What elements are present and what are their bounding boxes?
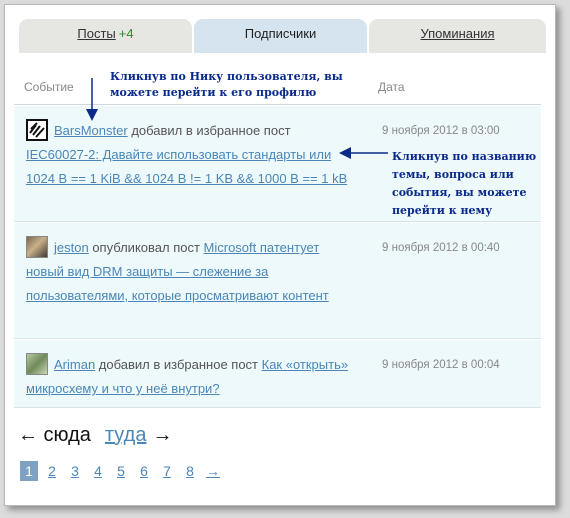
event-date: 9 ноября 2012 в 00:40 — [382, 242, 500, 254]
prev-label: ← сюда — [18, 424, 91, 446]
column-header-date: Дата — [378, 80, 405, 94]
annotation-title: Кликнув по названию темы, вопроса или со… — [392, 150, 537, 217]
column-header-event: Событие — [24, 80, 74, 94]
post-link[interactable]: IEC60027-2: Давайте использовать стандар… — [26, 147, 347, 186]
avatar[interactable] — [26, 119, 48, 141]
event-action: добавил в избранное пост — [127, 123, 291, 138]
event-action: опубликовал пост — [88, 240, 204, 255]
page-link[interactable]: 7 — [158, 461, 176, 481]
page-link[interactable]: 5 — [112, 461, 130, 481]
table-row: Ariman добавил в избранное пост Как «отк… — [14, 340, 541, 408]
tab-subscribers-label: Подписчики — [244, 26, 317, 41]
pagination: 1 2 3 4 5 6 7 8 → — [20, 461, 227, 481]
page-next-link[interactable]: → — [204, 461, 222, 481]
prev-next-nav: ← сюда туда → — [18, 424, 172, 447]
next-link[interactable]: туда — [105, 424, 147, 446]
page-link[interactable]: 6 — [135, 461, 153, 481]
page-link[interactable]: 3 — [66, 461, 84, 481]
barsmonster-logo-icon — [29, 122, 45, 138]
page-link[interactable]: 4 — [89, 461, 107, 481]
next-arrow: → — [152, 424, 173, 446]
page-link[interactable]: 2 — [43, 461, 61, 481]
event-cell: BarsMonster добавил в избранное пост IEC… — [26, 119, 356, 191]
user-link[interactable]: BarsMonster — [54, 123, 128, 138]
event-cell: jeston опубликовал пост Microsoft патент… — [26, 236, 356, 308]
event-date: 9 ноября 2012 в 00:04 — [382, 359, 500, 371]
user-link[interactable]: jeston — [54, 240, 89, 255]
avatar[interactable] — [26, 236, 48, 258]
tab-posts-label[interactable]: Посты — [77, 26, 115, 41]
annotation-nick: Кликнув по Нику пользователя, вы можете … — [110, 70, 343, 99]
tabs: Посты +4 Подписчики Упоминания — [19, 19, 546, 53]
event-action: добавил в избранное пост — [95, 357, 262, 372]
tab-subscribers[interactable]: Подписчики — [194, 19, 367, 53]
event-date: 9 ноября 2012 в 03:00 — [382, 125, 500, 137]
tab-mentions-label[interactable]: Упоминания — [420, 26, 494, 41]
page-current: 1 — [20, 461, 38, 481]
page-link[interactable]: 8 — [181, 461, 199, 481]
user-link[interactable]: Ariman — [54, 357, 95, 372]
avatar[interactable] — [26, 353, 48, 375]
table-row: jeston опубликовал пост Microsoft патент… — [14, 223, 541, 339]
tab-posts-count: +4 — [118, 26, 134, 41]
tab-posts[interactable]: Посты +4 — [19, 19, 192, 53]
event-cell: Ariman добавил в избранное пост Как «отк… — [26, 353, 356, 401]
tab-mentions[interactable]: Упоминания — [369, 19, 546, 53]
